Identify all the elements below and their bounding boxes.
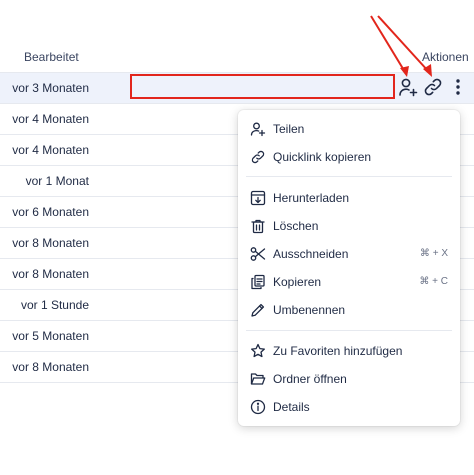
menu-item-quicklink[interactable]: Quicklink kopieren (238, 143, 460, 171)
menu-item-label: Ordner öffnen (273, 372, 347, 386)
download-icon (250, 190, 266, 206)
star-icon (250, 343, 266, 359)
menu-item-share[interactable]: Teilen (238, 115, 460, 143)
modified-cell: vor 6 Monaten (12, 205, 89, 219)
modified-cell: vor 8 Monaten (12, 360, 89, 374)
shortcut-hint: ⌘ + C (419, 276, 448, 287)
trash-icon (250, 218, 266, 234)
modified-cell: vor 5 Monaten (12, 329, 89, 343)
share-user-icon[interactable] (397, 76, 419, 98)
menu-item-label: Quicklink kopieren (273, 150, 372, 164)
annotation-arrow-share (370, 15, 406, 73)
modified-cell: vor 3 Monaten (12, 81, 89, 95)
link-icon (250, 149, 266, 165)
menu-item-download[interactable]: Herunterladen (238, 184, 460, 212)
menu-item-label: Details (273, 400, 310, 414)
modified-cell: vor 8 Monaten (12, 236, 89, 250)
column-header-modified[interactable]: Bearbeitet (24, 50, 79, 64)
menu-divider (246, 330, 452, 331)
link-icon[interactable] (422, 76, 444, 98)
menu-item-delete[interactable]: Löschen (238, 212, 460, 240)
context-menu: Teilen Quicklink kopieren Herunterladen … (238, 110, 460, 426)
info-icon (250, 399, 266, 415)
menu-divider (246, 176, 452, 177)
menu-item-cut[interactable]: Ausschneiden ⌘ + X (238, 240, 460, 268)
modified-cell: vor 1 Monat (25, 174, 89, 188)
pencil-icon (250, 302, 266, 318)
column-header-actions: Aktionen (422, 50, 469, 64)
modified-cell: vor 4 Monaten (12, 143, 89, 157)
menu-item-open-folder[interactable]: Ordner öffnen (238, 365, 460, 393)
menu-item-label: Ausschneiden (273, 247, 349, 261)
shortcut-hint: ⌘ + X (419, 248, 448, 259)
modified-cell: vor 8 Monaten (12, 267, 89, 281)
menu-item-details[interactable]: Details (238, 393, 460, 421)
share-user-icon (250, 121, 266, 137)
menu-item-label: Umbenennen (273, 303, 346, 317)
menu-item-rename[interactable]: Umbenennen (238, 296, 460, 324)
menu-item-favorite[interactable]: Zu Favoriten hinzufügen (238, 337, 460, 365)
menu-item-label: Zu Favoriten hinzufügen (273, 344, 403, 358)
menu-item-label: Teilen (273, 122, 305, 136)
folder-open-icon (250, 371, 266, 387)
menu-item-copy[interactable]: Kopieren ⌘ + C (238, 268, 460, 296)
more-vertical-icon[interactable] (447, 76, 469, 98)
modified-cell: vor 1 Stunde (20, 298, 89, 312)
modified-cell: vor 4 Monaten (12, 112, 89, 126)
menu-item-label: Herunterladen (273, 191, 350, 205)
menu-item-label: Löschen (273, 219, 319, 233)
menu-item-label: Kopieren (273, 275, 322, 289)
copy-icon (250, 274, 266, 290)
annotation-highlight-box (130, 74, 395, 99)
scissors-icon (250, 246, 266, 262)
